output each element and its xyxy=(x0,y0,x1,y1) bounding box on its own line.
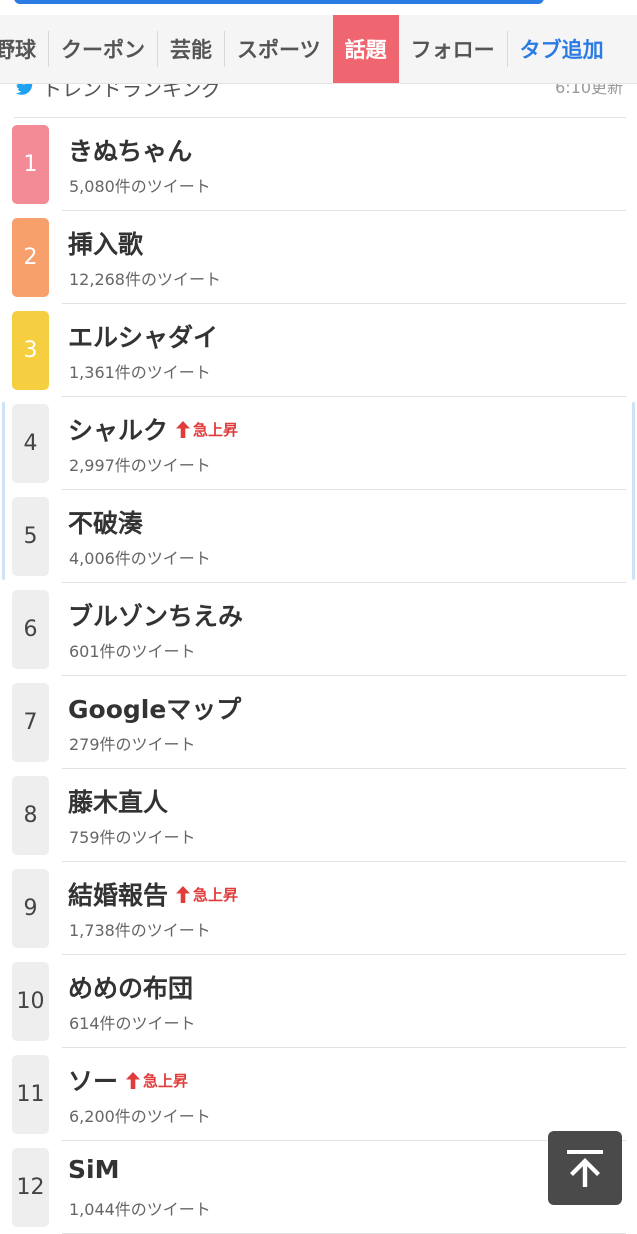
trend-term-row: ブルゾンちえみ xyxy=(68,597,243,633)
tab-follow[interactable]: フォロー xyxy=(399,15,507,83)
tab-coupon[interactable]: クーポン xyxy=(49,15,157,83)
trend-term[interactable]: きぬちゃん xyxy=(68,132,192,168)
updated-time: 6:10更新 xyxy=(555,84,623,97)
trend-term-row: ソー 急上昇 xyxy=(68,1062,188,1098)
trend-term[interactable]: 結婚報告 xyxy=(68,876,168,912)
trend-term[interactable]: ブルゾンちえみ xyxy=(68,597,243,633)
tab-entertainment[interactable]: 芸能 xyxy=(158,15,224,83)
trend-term[interactable]: シャルク xyxy=(68,411,168,447)
trend-term-row: 挿入歌 xyxy=(68,225,143,261)
trend-item[interactable]: 7 Googleマップ 279件のツイート xyxy=(0,676,637,769)
rank-badge: 12 xyxy=(12,1148,49,1227)
add-tab-label: タブ追加 xyxy=(519,38,604,62)
twitter-bird-icon xyxy=(15,84,33,95)
trend-term-row: 藤木直人 xyxy=(68,783,168,819)
trend-term-row: エルシャダイ xyxy=(68,318,218,354)
tab-label: フォロー xyxy=(410,38,495,62)
rank-badge: 9 xyxy=(12,869,49,948)
tweet-count: 5,080件のツイート xyxy=(69,177,211,196)
tab-label: スポーツ xyxy=(237,38,321,62)
trend-item[interactable]: 12 SiM 1,044件のツイート xyxy=(0,1141,637,1234)
trend-term[interactable]: めめの布団 xyxy=(68,969,193,1005)
trend-term-row: きぬちゃん xyxy=(68,132,192,168)
surge-label: 急上昇 xyxy=(143,1071,189,1090)
arrow-up-to-top-icon xyxy=(567,1150,603,1187)
rank-badge: 5 xyxy=(12,497,49,576)
tweet-count: 601件のツイート xyxy=(69,642,196,661)
rank-badge: 6 xyxy=(12,590,49,669)
trend-item[interactable]: 9 結婚報告 急上昇 1,738件のツイート xyxy=(0,862,637,955)
rank-badge: 8 xyxy=(12,776,49,855)
surge-label: 急上昇 xyxy=(193,420,239,439)
tab-topics[interactable]: 話題 xyxy=(332,15,399,83)
search-bar-edge[interactable] xyxy=(14,0,544,4)
trend-term-row: めめの布団 xyxy=(68,969,193,1005)
trend-item[interactable]: 10 めめの布団 614件のツイート xyxy=(0,955,637,1048)
trend-item[interactable]: 3 エルシャダイ 1,361件のツイート xyxy=(0,304,637,397)
trend-item[interactable]: 11 ソー 急上昇 6,200件のツイート xyxy=(0,1048,637,1141)
scroll-to-top-button[interactable] xyxy=(548,1131,622,1205)
up-arrow-icon xyxy=(126,1071,141,1089)
trend-term[interactable]: 不破湊 xyxy=(68,504,143,540)
scroll-indicator xyxy=(632,402,635,580)
trend-term[interactable]: ソー xyxy=(68,1062,118,1098)
scroll-indicator xyxy=(2,402,5,580)
tweet-count: 12,268件のツイート xyxy=(69,270,221,289)
tab-label: クーポン xyxy=(61,38,145,62)
trend-term[interactable]: エルシャダイ xyxy=(68,318,218,354)
tweet-count: 1,738件のツイート xyxy=(69,921,211,940)
trend-ranking-list: 1 きぬちゃん 5,080件のツイート 2 挿入歌 12,268件のツイート 3 エルシャダイ… xyxy=(0,118,637,1234)
up-arrow-icon xyxy=(176,420,191,438)
trend-item[interactable]: 1 きぬちゃん 5,080件のツイート xyxy=(0,118,637,211)
surge-badge: 急上昇 xyxy=(126,1070,188,1091)
trend-item[interactable]: 4 シャルク 急上昇 2,997件のツイート xyxy=(0,397,637,490)
tweet-count: 1,361件のツイート xyxy=(69,363,211,382)
up-arrow-icon xyxy=(176,885,191,903)
rank-badge: 1 xyxy=(12,125,49,204)
trend-term[interactable]: 藤木直人 xyxy=(68,783,168,819)
trend-item[interactable]: 8 藤木直人 759件のツイート xyxy=(0,769,637,862)
rank-badge: 11 xyxy=(12,1055,49,1134)
trend-term-row: SiM xyxy=(68,1155,119,1184)
trend-term-row: シャルク 急上昇 xyxy=(68,411,238,447)
tab-label: 話題 xyxy=(344,38,387,62)
surge-label: 急上昇 xyxy=(193,885,239,904)
tweet-count: 759件のツイート xyxy=(69,828,196,847)
trend-ranking-header: トレンドランキング 6:10更新 xyxy=(0,84,637,106)
rank-badge: 2 xyxy=(12,218,49,297)
trend-term[interactable]: 挿入歌 xyxy=(68,225,143,261)
trend-term-row: 不破湊 xyxy=(68,504,143,540)
add-tab-button[interactable]: タブ追加 xyxy=(508,15,616,83)
rank-badge: 4 xyxy=(12,404,49,483)
tab-baseball[interactable]: 野球 xyxy=(0,15,48,83)
trend-term[interactable]: Googleマップ xyxy=(68,690,241,726)
trend-term-row: 結婚報告 急上昇 xyxy=(68,876,238,912)
tweet-count: 6,200件のツイート xyxy=(69,1107,211,1126)
tweet-count: 2,997件のツイート xyxy=(69,456,211,475)
trend-item[interactable]: 6 ブルゾンちえみ 601件のツイート xyxy=(0,583,637,676)
rank-badge: 10 xyxy=(12,962,49,1041)
tab-label: 野球 xyxy=(0,38,36,62)
surge-badge: 急上昇 xyxy=(176,884,238,905)
tweet-count: 614件のツイート xyxy=(69,1014,196,1033)
surge-badge: 急上昇 xyxy=(176,419,238,440)
trend-item[interactable]: 5 不破湊 4,006件のツイート xyxy=(0,490,637,583)
tweet-count: 4,006件のツイート xyxy=(69,549,211,568)
rank-badge: 7 xyxy=(12,683,49,762)
trend-item[interactable]: 2 挿入歌 12,268件のツイート xyxy=(0,211,637,304)
trend-term[interactable]: SiM xyxy=(68,1155,119,1184)
rank-badge: 3 xyxy=(12,311,49,390)
section-title: トレンドランキング xyxy=(42,84,222,101)
tab-sports[interactable]: スポーツ xyxy=(225,15,333,83)
category-tab-bar: 野球 クーポン 芸能 スポーツ 話題 フォロー タブ追加 xyxy=(0,15,637,84)
tab-label: 芸能 xyxy=(170,38,212,62)
tweet-count: 279件のツイート xyxy=(69,735,196,754)
trend-term-row: Googleマップ xyxy=(68,690,241,726)
